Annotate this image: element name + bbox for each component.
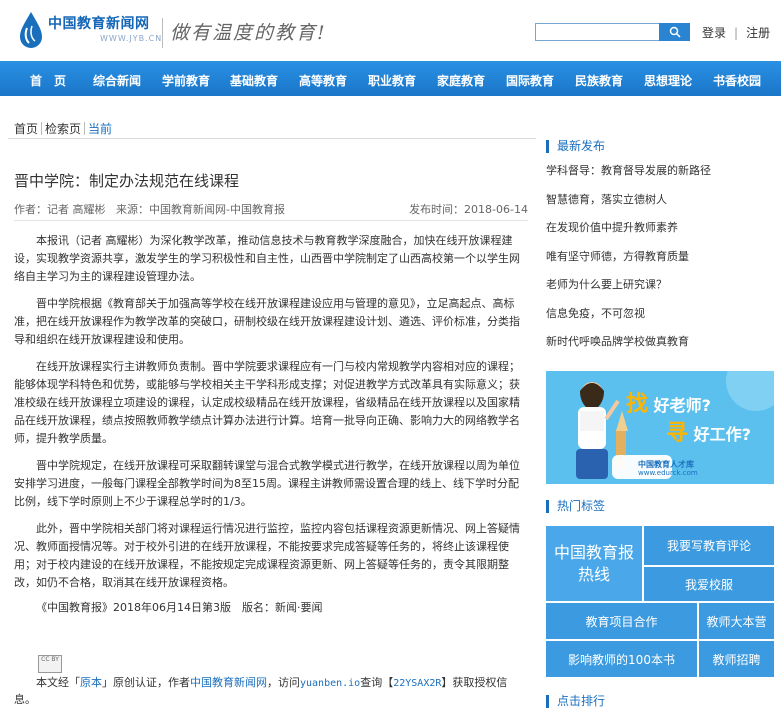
meta-rule: [14, 220, 528, 221]
article-paragraph: 晋中学院规定，在线开放课程可采取翻转课堂与混合式教学模式进行教学，在线开放课程以…: [14, 459, 520, 508]
site-logo[interactable]: 中国教育新闻网 WWW.JYB.CN: [18, 10, 162, 50]
tag-hotline[interactable]: 中国教育报热线: [546, 526, 642, 601]
article-body: 本报讯（记者 高耀彬）为深化教学改革，推动信息技术与教育教学深度融合，加快在线开…: [14, 232, 528, 601]
breadcrumb-current: 当前: [88, 122, 113, 136]
account-links: 登录 | 注册: [702, 24, 770, 41]
breadcrumb-divider: [41, 122, 43, 135]
cc-license-icon: CC BY: [38, 655, 62, 673]
latest-heading: 最新发布: [546, 140, 776, 153]
nav-home[interactable]: 首 页: [30, 72, 66, 89]
tags-heading: 热门标签: [546, 500, 605, 513]
nav-ideology[interactable]: 思想理论: [644, 72, 692, 89]
yuanben-link[interactable]: 原本: [80, 676, 102, 689]
author-link[interactable]: 中国教育新闻网: [190, 676, 267, 689]
logo-drop-icon: [20, 12, 42, 48]
license-text: 」原创认证，作者: [102, 676, 190, 689]
breadcrumb: 首页 检索页 当前: [14, 120, 112, 137]
license-code[interactable]: 22YSAX2R: [393, 678, 441, 689]
latest-item[interactable]: 唯有坚守师德，方得教育质量: [546, 250, 776, 279]
article-meta: 作者：记者 高耀彬 来源：中国教育新闻网-中国教育报 发布时间：2018-06-…: [14, 201, 528, 217]
hot-tags: 中国教育报热线 我要写教育评论 我爱校服 教育项目合作 教师大本营 影响教师的1…: [546, 526, 776, 677]
nav-basic-education[interactable]: 基础教育: [230, 72, 278, 89]
tag-100-books[interactable]: 影响教师的100本书: [546, 641, 697, 677]
tag-teacher-camp[interactable]: 教师大本营: [699, 603, 774, 639]
nav-preschool[interactable]: 学前教育: [162, 72, 210, 89]
talent-banner[interactable]: 找 好老师? 寻 好工作? 中国教育人才库 www.edurck.com: [546, 371, 774, 484]
link-divider: |: [734, 25, 739, 40]
latest-item[interactable]: 在发现价值中提升教师素养: [546, 221, 776, 250]
rank-heading: 点击排行: [546, 695, 605, 708]
nav-ethnic[interactable]: 民族教育: [575, 72, 623, 89]
tag-write-review[interactable]: 我要写教育评论: [644, 526, 774, 565]
latest-item[interactable]: 信息免疫，不可忽视: [546, 307, 776, 336]
main-nav: 首 页 综合新闻 学前教育 基础教育 高等教育 职业教育 家庭教育 国际教育 民…: [0, 61, 781, 96]
banner-big-char: 寻: [666, 421, 689, 446]
register-link[interactable]: 注册: [746, 24, 770, 41]
breadcrumb-search[interactable]: 检索页: [45, 120, 81, 137]
latest-item[interactable]: 学科督导：教育督导发展的新路径: [546, 164, 776, 193]
slogan: 做有温度的教育!: [170, 22, 327, 44]
nav-vocational[interactable]: 职业教育: [368, 72, 416, 89]
breadcrumb-home[interactable]: 首页: [14, 120, 38, 137]
banner-line: 好工作?: [693, 425, 751, 444]
license-text: 查询【: [360, 676, 394, 689]
breadcrumb-divider: [84, 122, 86, 135]
tag-teacher-recruitment[interactable]: 教师招聘: [699, 641, 774, 677]
license-note: 本文经「原本」原创认证，作者中国教育新闻网，访问yuanben.io查询【22Y…: [14, 675, 528, 708]
article-paragraph: 在线开放课程实行主讲教师负责制。晋中学院要求课程应有一门与校内常规教学内容相对应…: [14, 360, 520, 445]
article-paragraph: 晋中学院根据《教育部关于加强高等学校在线开放课程建设应用与管理的意见》，立足高起…: [14, 297, 520, 346]
banner-brand-name: 中国教育人才库: [638, 460, 694, 469]
logo-name: 中国教育新闻网: [48, 16, 150, 32]
latest-list: 学科督导：教育督导发展的新路径 智慧德育，落实立德树人 在发现价值中提升教师素养…: [546, 164, 776, 364]
nav-reading[interactable]: 书香校园: [713, 72, 761, 89]
sidebar: 最新发布 学科督导：教育督导发展的新路径 智慧德育，落实立德树人 在发现价值中提…: [546, 140, 776, 708]
tag-uniform[interactable]: 我爱校服: [644, 567, 774, 601]
banner-line: 好老师?: [653, 396, 711, 415]
article-citation: 《中国教育报》2018年06月14日第3版 版名：新闻·要闻: [36, 601, 323, 614]
latest-item[interactable]: 智慧德育，落实立德树人: [546, 193, 776, 222]
search-button[interactable]: [659, 23, 690, 41]
latest-item[interactable]: 老师为什么要上研究课？: [546, 278, 776, 307]
article-date: 发布时间：2018-06-14: [409, 203, 528, 216]
login-link[interactable]: 登录: [702, 24, 726, 41]
license-text: 本文经「: [36, 676, 80, 689]
search-icon: [669, 26, 681, 38]
article-title: 晋中学院：制定办法规范在线课程: [14, 172, 240, 190]
nav-family[interactable]: 家庭教育: [437, 72, 485, 89]
site-header: 中国教育新闻网 WWW.JYB.CN 做有温度的教育! 登录 | 注册: [0, 0, 781, 62]
search-input[interactable]: [535, 23, 660, 41]
license-text: ，访问: [267, 676, 300, 689]
slogan-divider: [162, 18, 163, 48]
article-author: 作者：记者 高耀彬: [14, 203, 106, 216]
breadcrumb-rule: [8, 138, 536, 139]
yuanben-site-link[interactable]: yuanben.io: [300, 678, 360, 689]
tag-project-cooperation[interactable]: 教育项目合作: [546, 603, 697, 639]
latest-item[interactable]: 新时代呼唤品牌学校做真教育: [546, 335, 776, 364]
nav-higher-education[interactable]: 高等教育: [299, 72, 347, 89]
banner-big-char: 找: [626, 392, 649, 417]
nav-general-news[interactable]: 综合新闻: [93, 72, 141, 89]
article-source: 来源：中国教育新闻网-中国教育报: [116, 203, 285, 216]
logo-url: WWW.JYB.CN: [100, 34, 163, 43]
article-paragraph: 此外，晋中学院相关部门将对课程运行情况进行监控，监控内容包括课程资源更新情况、网…: [14, 522, 520, 589]
article-paragraph: 本报讯（记者 高耀彬）为深化教学改革，推动信息技术与教育教学深度融合，加快在线开…: [14, 234, 520, 283]
banner-headline: 找 好老师? 寻 好工作?: [626, 391, 751, 449]
nav-international[interactable]: 国际教育: [506, 72, 554, 89]
banner-brand: 中国教育人才库 www.edurck.com: [638, 460, 698, 478]
banner-brand-url: www.edurck.com: [638, 469, 698, 477]
